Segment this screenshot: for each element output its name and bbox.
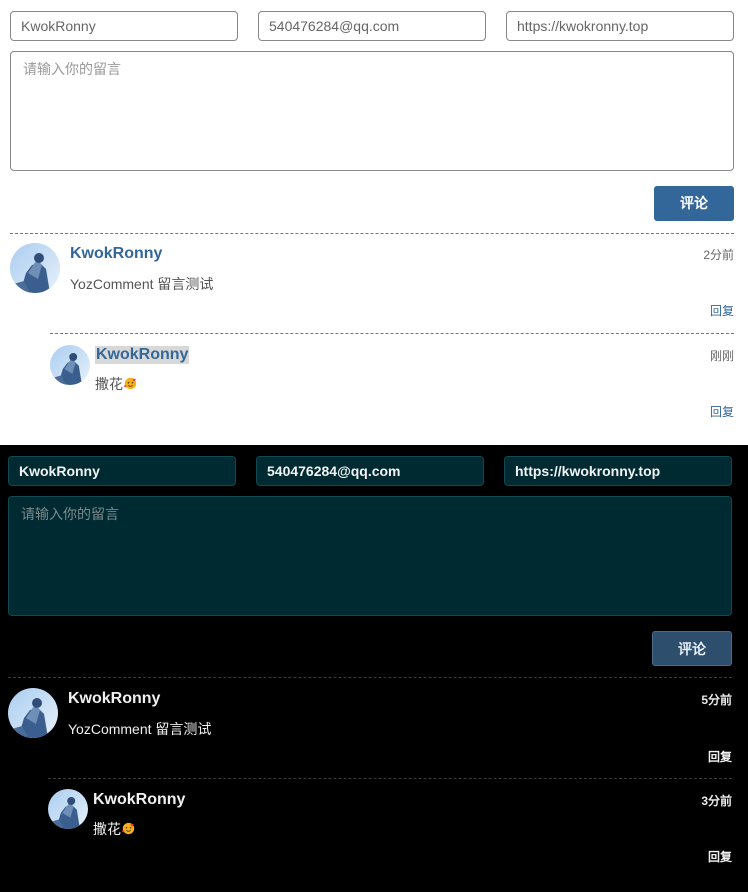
reply-button[interactable]: 回复 (708, 748, 732, 765)
comment-content: YozComment 留言测试 (68, 721, 212, 737)
reply-button[interactable]: 回复 (710, 403, 734, 420)
reply-divider (48, 778, 732, 779)
comment-divider (8, 677, 732, 678)
message-textarea[interactable]: 请输入你的留言 (10, 51, 734, 171)
reply-author[interactable]: KwokRonny (95, 346, 190, 364)
avatar-photo-icon (48, 789, 88, 829)
reply-author[interactable]: KwokRonny (93, 791, 185, 809)
reply-content-wrap: 撒花 (95, 374, 137, 394)
submit-comment-button[interactable]: 评论 (654, 186, 734, 221)
reply-divider (50, 333, 734, 334)
comment-author[interactable]: KwokRonny (68, 690, 160, 708)
message-textarea[interactable]: 请输入你的留言 (8, 496, 732, 616)
avatar-photo-icon (10, 243, 60, 293)
reply-time: 3分前 (701, 794, 732, 808)
avatar (8, 688, 58, 738)
comment-divider (10, 233, 734, 234)
avatar (50, 345, 90, 385)
avatar-photo-icon (50, 345, 90, 385)
reply-button[interactable]: 回复 (708, 848, 732, 865)
comment-content: YozComment 留言测试 (70, 276, 214, 292)
comment-author[interactable]: KwokRonny (70, 245, 162, 263)
nickname-input[interactable]: KwokRonny (10, 11, 238, 41)
reply-content: 撒花 (95, 376, 123, 392)
light-theme-panel: KwokRonny 540476284@qq.com https://kwokr… (0, 0, 748, 445)
reply-content-wrap: 撒花 (93, 819, 135, 839)
nickname-input[interactable]: KwokRonny (8, 456, 236, 486)
smiling-face-with-hearts-icon (124, 377, 137, 390)
comment-time: 2分前 (703, 248, 734, 262)
avatar (10, 243, 60, 293)
submit-comment-button[interactable]: 评论 (652, 631, 732, 666)
avatar-photo-icon (8, 688, 58, 738)
website-input[interactable]: https://kwokronny.top (506, 11, 734, 41)
reply-time: 刚刚 (709, 349, 734, 363)
avatar (48, 789, 88, 829)
comment-time: 5分前 (701, 693, 732, 707)
email-input[interactable]: 540476284@qq.com (258, 11, 486, 41)
website-input[interactable]: https://kwokronny.top (504, 456, 732, 486)
dark-theme-panel: KwokRonny 540476284@qq.com https://kwokr… (0, 445, 748, 892)
email-input[interactable]: 540476284@qq.com (256, 456, 484, 486)
reply-content: 撒花 (93, 821, 121, 837)
reply-button[interactable]: 回复 (710, 302, 734, 319)
smiling-face-with-hearts-icon (122, 822, 135, 835)
